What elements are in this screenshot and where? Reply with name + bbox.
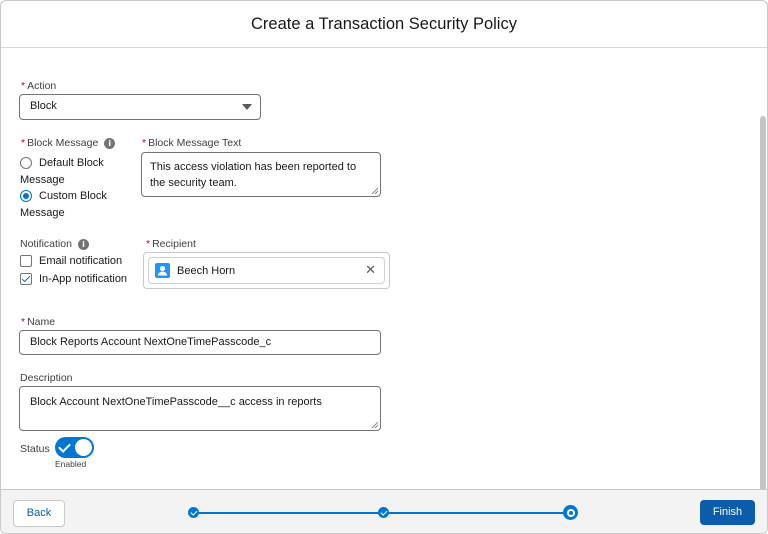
required-marker: *: [21, 137, 26, 149]
toggle-knob: [75, 439, 92, 456]
check-icon: [58, 440, 71, 453]
notification-label-text: Notification: [20, 238, 72, 250]
recipient-lookup[interactable]: Beech Horn ✕: [143, 252, 390, 289]
back-button[interactable]: Back: [13, 500, 65, 527]
close-icon[interactable]: ✕: [365, 263, 376, 278]
status-label: Status: [20, 443, 50, 455]
status-toggle-label: Enabled: [55, 459, 87, 469]
radio-default-label-line1: Default Block: [39, 157, 104, 169]
email-notification-checkbox[interactable]: [20, 255, 32, 267]
required-marker: *: [142, 137, 147, 149]
radio-custom-label-line2: Message: [20, 207, 65, 219]
chevron-down-icon: [242, 104, 252, 110]
block-message-text-label: * Block Message Text: [142, 137, 241, 149]
user-avatar-icon: [155, 263, 170, 278]
required-marker: *: [21, 80, 26, 92]
modal-footer: Back Finish: [1, 489, 767, 533]
resize-handle-icon[interactable]: [372, 422, 378, 428]
recipient-name: Beech Horn: [177, 265, 236, 277]
radio-default-block-message[interactable]: [20, 157, 32, 169]
block-message-label: * Block Message i: [21, 137, 116, 149]
info-icon[interactable]: i: [104, 137, 116, 149]
modal: Create a Transaction Security Policy * Ac…: [0, 0, 768, 534]
in-app-notification-checkbox[interactable]: [20, 273, 32, 285]
action-select-value: Block: [30, 100, 57, 112]
in-app-notification-label: In-App notification: [39, 273, 128, 285]
required-marker: *: [146, 238, 151, 250]
progress-bar-segment: [199, 512, 379, 514]
notification-label: Notification i: [20, 238, 89, 250]
recipient-label: * Recipient: [146, 238, 196, 250]
action-label: * Action: [21, 80, 56, 92]
description-label-text: Description: [20, 372, 73, 384]
progress-step-1-complete-icon[interactable]: [188, 507, 199, 518]
finish-button[interactable]: Finish: [700, 500, 755, 525]
block-message-label-text: Block Message: [27, 137, 99, 149]
name-input[interactable]: Block Reports Account NextOneTimePasscod…: [19, 330, 381, 355]
modal-header: Create a Transaction Security Policy: [1, 1, 767, 48]
recipient-label-text: Recipient: [152, 238, 196, 250]
recipient-pill[interactable]: Beech Horn ✕: [148, 257, 385, 284]
description-textarea[interactable]: Block Account NextOneTimePasscode__c acc…: [19, 386, 381, 431]
scrollbar[interactable]: [760, 116, 766, 491]
resize-handle-icon[interactable]: [372, 188, 378, 194]
description-text: Block Account NextOneTimePasscode__c acc…: [30, 396, 322, 408]
block-message-textarea[interactable]: This access violation has been reported …: [141, 152, 381, 197]
required-marker: *: [21, 316, 26, 328]
name-label-text: Name: [27, 316, 56, 328]
description-label: Description: [20, 372, 73, 384]
name-label: * Name: [21, 316, 55, 328]
status-toggle[interactable]: [55, 437, 94, 458]
progress-step-2-complete-icon[interactable]: [378, 507, 389, 518]
block-message-text-line1: This access violation has been reported …: [150, 161, 357, 173]
radio-default-label-line2: Message: [20, 174, 65, 186]
info-icon[interactable]: i: [77, 238, 89, 250]
action-select[interactable]: Block: [19, 94, 261, 120]
name-input-value: Block Reports Account NextOneTimePasscod…: [30, 336, 272, 348]
radio-custom-label-line1: Custom Block: [39, 190, 107, 202]
radio-custom-block-message[interactable]: [20, 190, 32, 202]
progress-bar-segment: [388, 512, 565, 514]
action-label-text: Action: [27, 80, 57, 92]
block-message-text-label-text: Block Message Text: [148, 137, 242, 149]
email-notification-label: Email notification: [39, 255, 123, 267]
block-message-text-line2: the security team.: [150, 177, 237, 189]
progress-step-3-current-icon[interactable]: [563, 505, 578, 520]
modal-title: Create a Transaction Security Policy: [251, 15, 517, 33]
